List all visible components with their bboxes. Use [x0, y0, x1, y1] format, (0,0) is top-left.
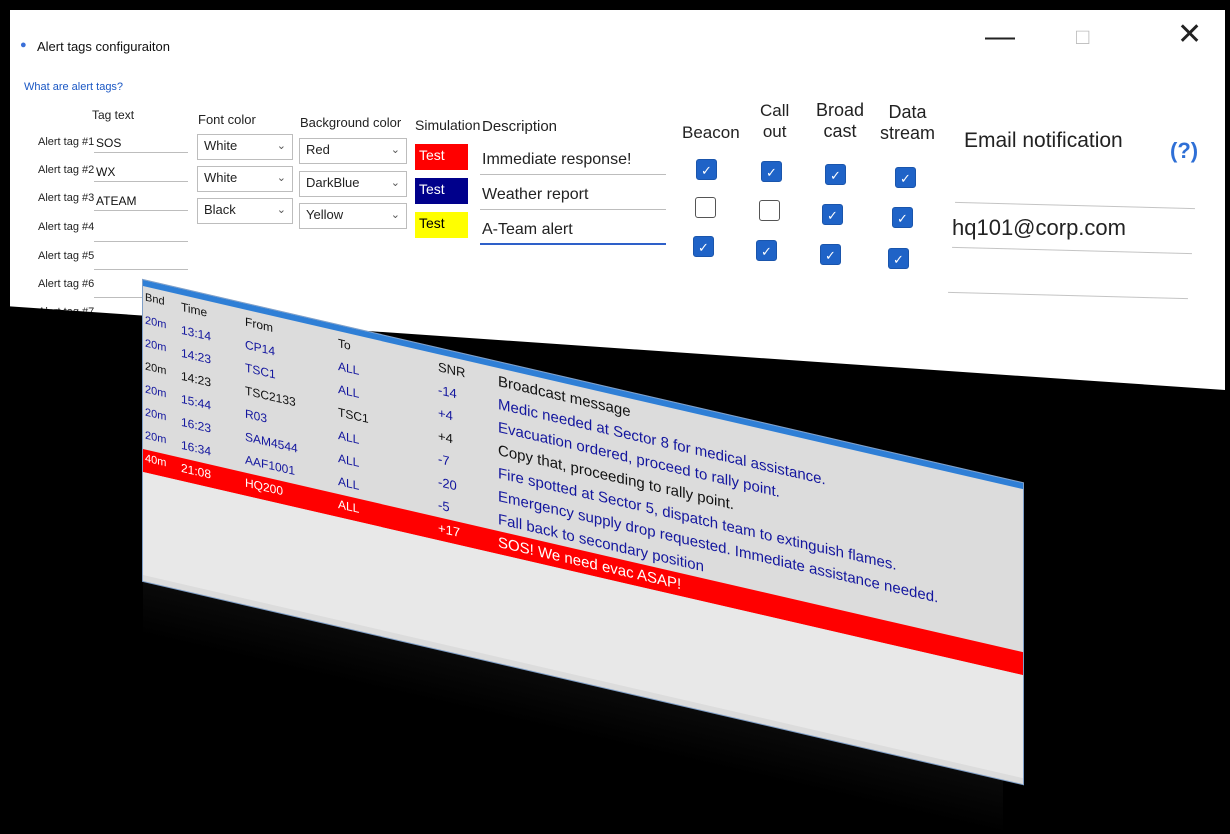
chevron-down-icon: ⌄: [390, 177, 400, 189]
simulation-preview-3: Test: [415, 212, 468, 238]
font-color-select-3[interactable]: Black ⌄: [197, 198, 293, 224]
row-label-3: Alert tag #3: [38, 192, 95, 204]
simulation-preview-2: Test: [415, 178, 468, 204]
email-field-1[interactable]: [955, 201, 1195, 210]
header-time: Time: [181, 299, 208, 320]
background-color-select-1[interactable]: Red ⌄: [299, 138, 407, 164]
app-icon: ●: [20, 39, 27, 51]
header-beacon: Beacon: [682, 123, 740, 142]
row-label-7: Alert tag #7: [38, 306, 95, 318]
callout-checkbox-3[interactable]: ✓: [756, 240, 777, 261]
header-bnd: Bnd: [145, 291, 165, 308]
description-input-3[interactable]: A-Team alert: [480, 217, 666, 245]
chevron-down-icon: ⌄: [390, 209, 400, 221]
tag-text-input-4[interactable]: [94, 222, 188, 242]
beacon-checkbox-2[interactable]: [695, 197, 716, 218]
tag-text-input-3[interactable]: ATEAM: [94, 191, 188, 211]
email-field-3[interactable]: [948, 291, 1188, 300]
header-font-color: Font color: [198, 112, 256, 127]
chevron-down-icon: ⌄: [276, 172, 286, 184]
background-color-select-2[interactable]: DarkBlue ⌄: [299, 171, 407, 197]
broadcast-checkbox-2[interactable]: ✓: [822, 204, 843, 225]
broadcast-checkbox-1[interactable]: ✓: [825, 164, 846, 185]
header-description: Description: [482, 118, 558, 135]
header-data-stream: Data stream: [880, 102, 936, 143]
scene: ● Alert tags configuraiton — □ ✕ What ar…: [0, 0, 1230, 834]
header-background-color: Background color: [300, 115, 402, 130]
font-color-select-2[interactable]: White ⌄: [197, 166, 293, 192]
callout-checkbox-2[interactable]: [759, 200, 780, 221]
datastream-checkbox-3[interactable]: ✓: [888, 248, 909, 269]
description-input-1[interactable]: Immediate response!: [480, 147, 666, 175]
tag-text-input-5[interactable]: [94, 250, 188, 270]
minimize-button[interactable]: —: [985, 22, 1015, 52]
header-tag-text: Tag text: [92, 108, 135, 122]
beacon-checkbox-3[interactable]: ✓: [693, 236, 714, 257]
close-button[interactable]: ✕: [1177, 20, 1202, 50]
font-color-select-1[interactable]: White ⌄: [197, 134, 293, 160]
header-call-out: Call out: [760, 101, 790, 141]
header-broadcast: Broad cast: [816, 100, 865, 141]
window-title: Alert tags configuraiton: [37, 39, 170, 54]
email-field-2[interactable]: hq101@corp.com: [952, 215, 1126, 241]
row-label-1: Alert tag #1: [38, 136, 95, 148]
header-from: From: [245, 314, 273, 336]
callout-checkbox-1[interactable]: ✓: [761, 161, 782, 182]
what-are-alert-tags-link[interactable]: What are alert tags?: [24, 81, 123, 93]
chevron-down-icon: ⌄: [276, 204, 286, 216]
beacon-checkbox-1[interactable]: ✓: [696, 159, 717, 180]
simulation-preview-1: Test: [415, 144, 468, 170]
row-label-4: Alert tag #4: [38, 221, 95, 233]
maximize-button[interactable]: □: [1076, 22, 1089, 52]
chevron-down-icon: ⌄: [276, 140, 286, 152]
title-bar: ● Alert tags configuraiton — □ ✕: [10, 10, 1225, 70]
broadcast-checkbox-3[interactable]: ✓: [820, 244, 841, 265]
description-input-2[interactable]: Weather report: [480, 182, 666, 210]
tag-text-input-2[interactable]: WX: [94, 162, 188, 182]
chevron-down-icon: ⌄: [390, 144, 400, 156]
header-email-notification: Email notification: [964, 129, 1123, 152]
row-label-5: Alert tag #5: [38, 250, 95, 262]
row-label-2: Alert tag #2: [38, 164, 95, 176]
header-snr: SNR: [438, 359, 466, 381]
header-to: To: [338, 336, 351, 353]
row-label-6: Alert tag #6: [38, 278, 95, 290]
background-color-select-3[interactable]: Yellow ⌄: [299, 203, 407, 229]
datastream-checkbox-1[interactable]: ✓: [895, 167, 916, 188]
datastream-checkbox-2[interactable]: ✓: [892, 207, 913, 228]
email-field-underline-2: [952, 246, 1192, 255]
header-simulation: Simulation: [415, 117, 481, 133]
help-question-icon[interactable]: (?): [1170, 138, 1198, 164]
tag-text-input-1[interactable]: SOS: [94, 133, 188, 153]
